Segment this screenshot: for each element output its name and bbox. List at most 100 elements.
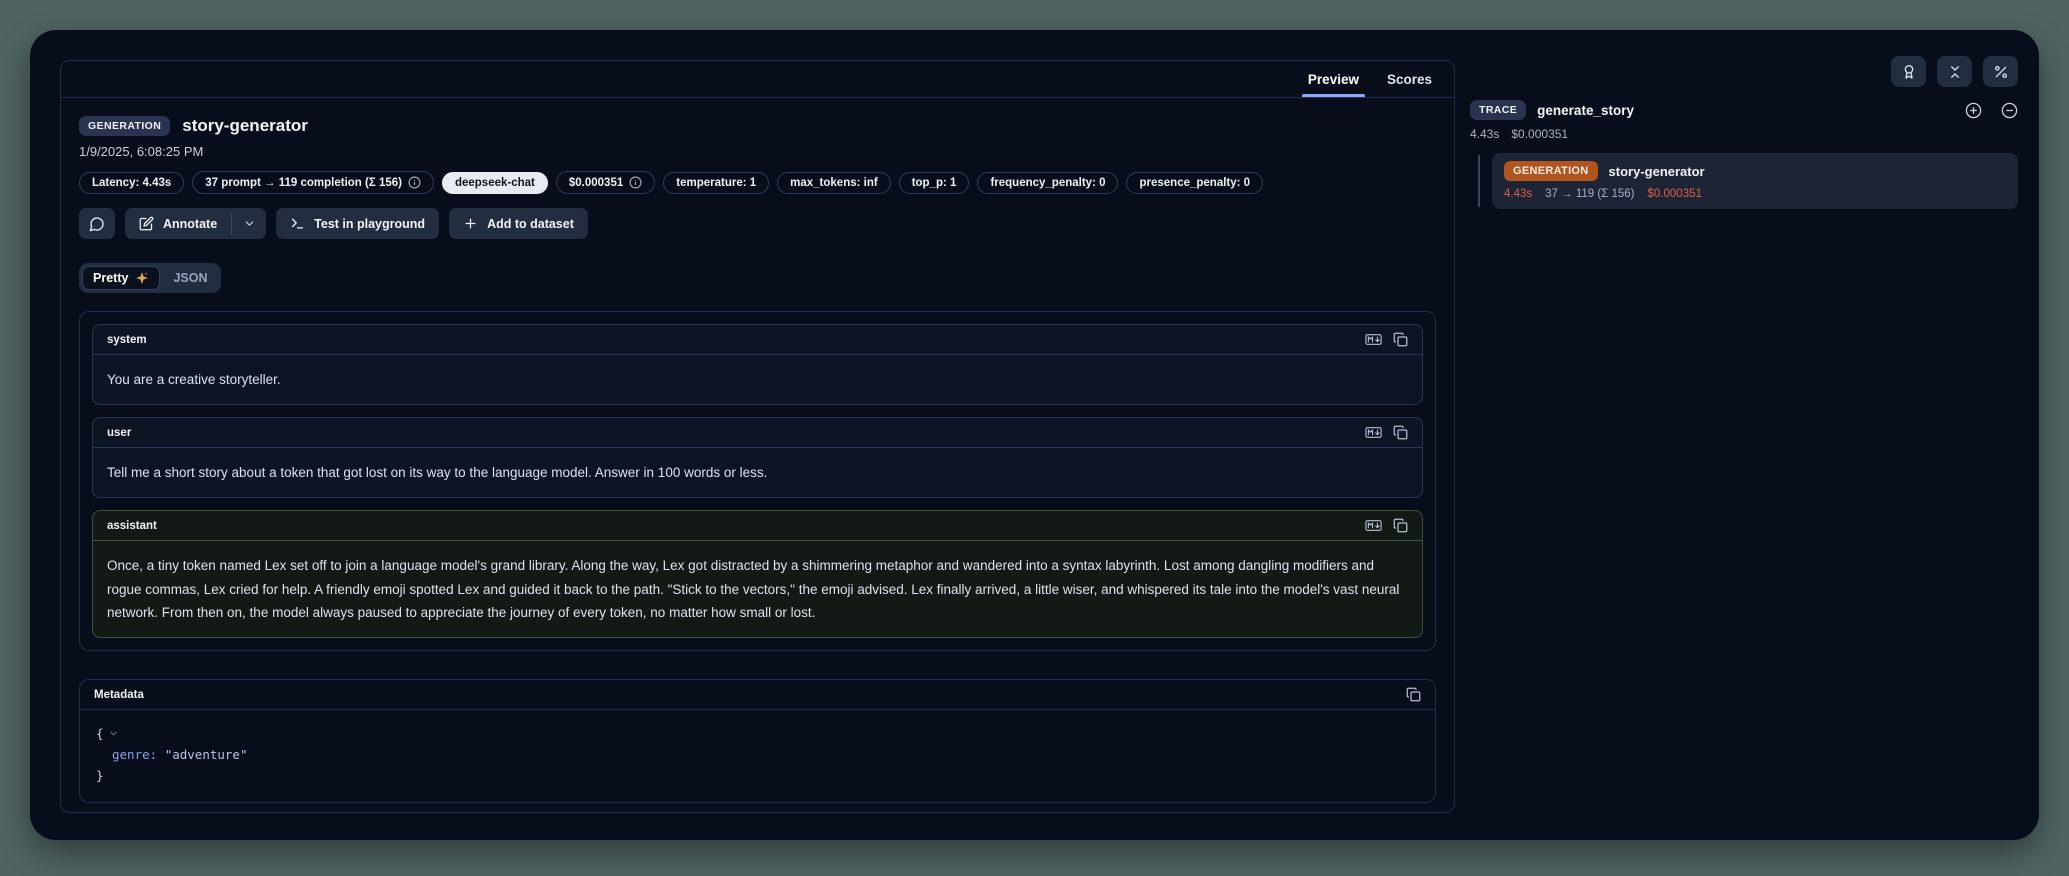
tab-scores[interactable]: Scores [1373, 61, 1446, 97]
collapse-all-button[interactable] [1937, 56, 1972, 87]
max-tokens-pill-label: max_tokens: inf [790, 177, 878, 189]
collapse-tree-button[interactable] [2001, 102, 2018, 119]
annotate-button-label: Annotate [163, 217, 217, 231]
chevron-down-icon [243, 217, 256, 230]
role-label: user [107, 427, 131, 439]
metadata-header: Metadata [80, 680, 1435, 710]
token-usage-pill-label: 37 prompt → 119 completion (Σ 156) [205, 177, 402, 189]
comment-button[interactable] [79, 208, 115, 239]
assistant-message-header: assistant [93, 511, 1422, 541]
test-in-playground-label: Test in playground [314, 217, 425, 231]
show-percentages-button[interactable] [1983, 56, 2018, 87]
trace-cost: $0.000351 [1511, 127, 1568, 141]
messages-container: system You are a creative storyteller. [79, 311, 1436, 651]
metadata-json: { genre: "adventure" } [80, 710, 1435, 802]
json-close-line: } [96, 765, 1419, 786]
frequency-penalty-pill: frequency_penalty: 0 [977, 172, 1118, 194]
tree-item-tokens: 37 → 119 (Σ 156) [1545, 188, 1634, 200]
collapse-chevron-icon[interactable] [108, 728, 119, 739]
fold-vertical-icon [1947, 64, 1963, 80]
system-message-content: You are a creative storyteller. [93, 355, 1422, 404]
title-row: GENERATION story-generator [79, 116, 1436, 136]
minus-circle-icon [2001, 102, 2018, 119]
view-toggle-pretty[interactable]: Pretty [82, 266, 160, 290]
tree-item-latency: 4.43s [1504, 188, 1532, 200]
message-header-icons [1365, 518, 1408, 533]
tree-item-cost: $0.000351 [1648, 188, 1702, 200]
comment-icon [89, 216, 105, 232]
top-p-pill-label: top_p: 1 [912, 177, 957, 189]
trace-metrics-row: 4.43s $0.000351 [1470, 127, 2018, 141]
copy-icon[interactable] [1393, 425, 1408, 440]
add-to-dataset-label: Add to dataset [487, 217, 574, 231]
percent-icon [1993, 64, 2009, 80]
app-container: Preview Scores GENERATION story-generato… [30, 30, 2039, 840]
system-message-card: system You are a creative storyteller. [92, 324, 1423, 405]
test-in-playground-button[interactable]: Test in playground [276, 208, 439, 239]
json-close-brace: } [96, 765, 104, 786]
view-toggle-json[interactable]: JSON [162, 266, 218, 290]
json-label: JSON [173, 271, 207, 285]
generation-type-badge: GENERATION [79, 116, 170, 136]
token-usage-pill[interactable]: 37 prompt → 119 completion (Σ 156) [192, 171, 434, 194]
observation-panel: Preview Scores GENERATION story-generato… [60, 60, 1455, 813]
award-scores-button[interactable] [1891, 56, 1926, 87]
expand-all-button[interactable] [1965, 102, 1982, 119]
metadata-card: Metadata { genre: [79, 679, 1436, 803]
metadata-header-icons [1406, 687, 1421, 702]
cost-pill-label: $0.000351 [569, 177, 623, 189]
copy-icon[interactable] [1393, 332, 1408, 347]
assistant-message-card: assistant Once, a tiny token named Lex s… [92, 510, 1423, 638]
tree-item-story-generator[interactable]: GENERATION story-generator 4.43s 37 → 11… [1492, 153, 2018, 209]
annotate-button[interactable]: Annotate [125, 208, 231, 239]
json-open-line: { [96, 723, 1419, 744]
trace-latency: 4.43s [1470, 127, 1499, 141]
tree-item-title: story-generator [1609, 164, 1705, 179]
latency-pill-label: Latency: 4.43s [92, 177, 171, 189]
top-p-pill: top_p: 1 [899, 172, 970, 194]
annotate-split-button: Annotate [125, 208, 266, 239]
cost-pill[interactable]: $0.000351 [556, 171, 655, 194]
add-to-dataset-button[interactable]: Add to dataset [449, 208, 588, 239]
user-message-card: user Tell me a short story about a token… [92, 417, 1423, 498]
trace-type-badge: TRACE [1470, 100, 1526, 120]
presence-penalty-pill-label: presence_penalty: 0 [1139, 177, 1250, 189]
tab-preview[interactable]: Preview [1294, 61, 1373, 97]
latency-pill: Latency: 4.43s [79, 172, 184, 194]
model-pill-label: deepseek-chat [455, 177, 535, 189]
assistant-message-content: Once, a tiny token named Lex set off to … [93, 541, 1422, 637]
trace-header-row: TRACE generate_story [1470, 100, 2018, 120]
info-icon [408, 176, 421, 189]
preview-scores-tabbar: Preview Scores [61, 61, 1454, 98]
tree-item-metrics: 4.43s 37 → 119 (Σ 156) $0.000351 [1504, 188, 2006, 200]
award-icon [1901, 64, 1917, 80]
terminal-icon [290, 216, 305, 231]
sidebar-tools-row [1470, 56, 2018, 87]
markdown-icon[interactable] [1365, 425, 1382, 440]
temperature-pill: temperature: 1 [663, 172, 769, 194]
copy-icon[interactable] [1393, 518, 1408, 533]
presence-penalty-pill: presence_penalty: 0 [1126, 172, 1263, 194]
temperature-pill-label: temperature: 1 [676, 177, 756, 189]
message-header-icons [1365, 425, 1408, 440]
plus-icon [463, 216, 478, 231]
action-row: Annotate Test in playground [79, 208, 1436, 239]
metadata-title: Metadata [94, 689, 144, 701]
annotate-dropdown-button[interactable] [232, 208, 266, 239]
markdown-icon[interactable] [1365, 518, 1382, 533]
metrics-pill-row: Latency: 4.43s 37 prompt → 119 completio… [79, 171, 1436, 194]
trace-title[interactable]: generate_story [1537, 103, 1634, 118]
trace-sidebar: TRACE generate_story 4.43s $0.000351 GEN… [1470, 56, 2018, 209]
system-message-header: system [93, 325, 1422, 355]
tree-item-title-row: GENERATION story-generator [1504, 161, 2006, 181]
model-pill[interactable]: deepseek-chat [442, 172, 548, 194]
markdown-icon[interactable] [1365, 332, 1382, 347]
copy-icon[interactable] [1406, 687, 1421, 702]
json-key: genre: [112, 744, 157, 765]
trace-tree: GENERATION story-generator 4.43s 37 → 11… [1470, 153, 2018, 209]
role-label: system [107, 334, 147, 346]
frequency-penalty-pill-label: frequency_penalty: 0 [990, 177, 1105, 189]
generation-badge: GENERATION [1504, 161, 1598, 181]
json-value: "adventure" [165, 744, 248, 765]
max-tokens-pill: max_tokens: inf [777, 172, 891, 194]
